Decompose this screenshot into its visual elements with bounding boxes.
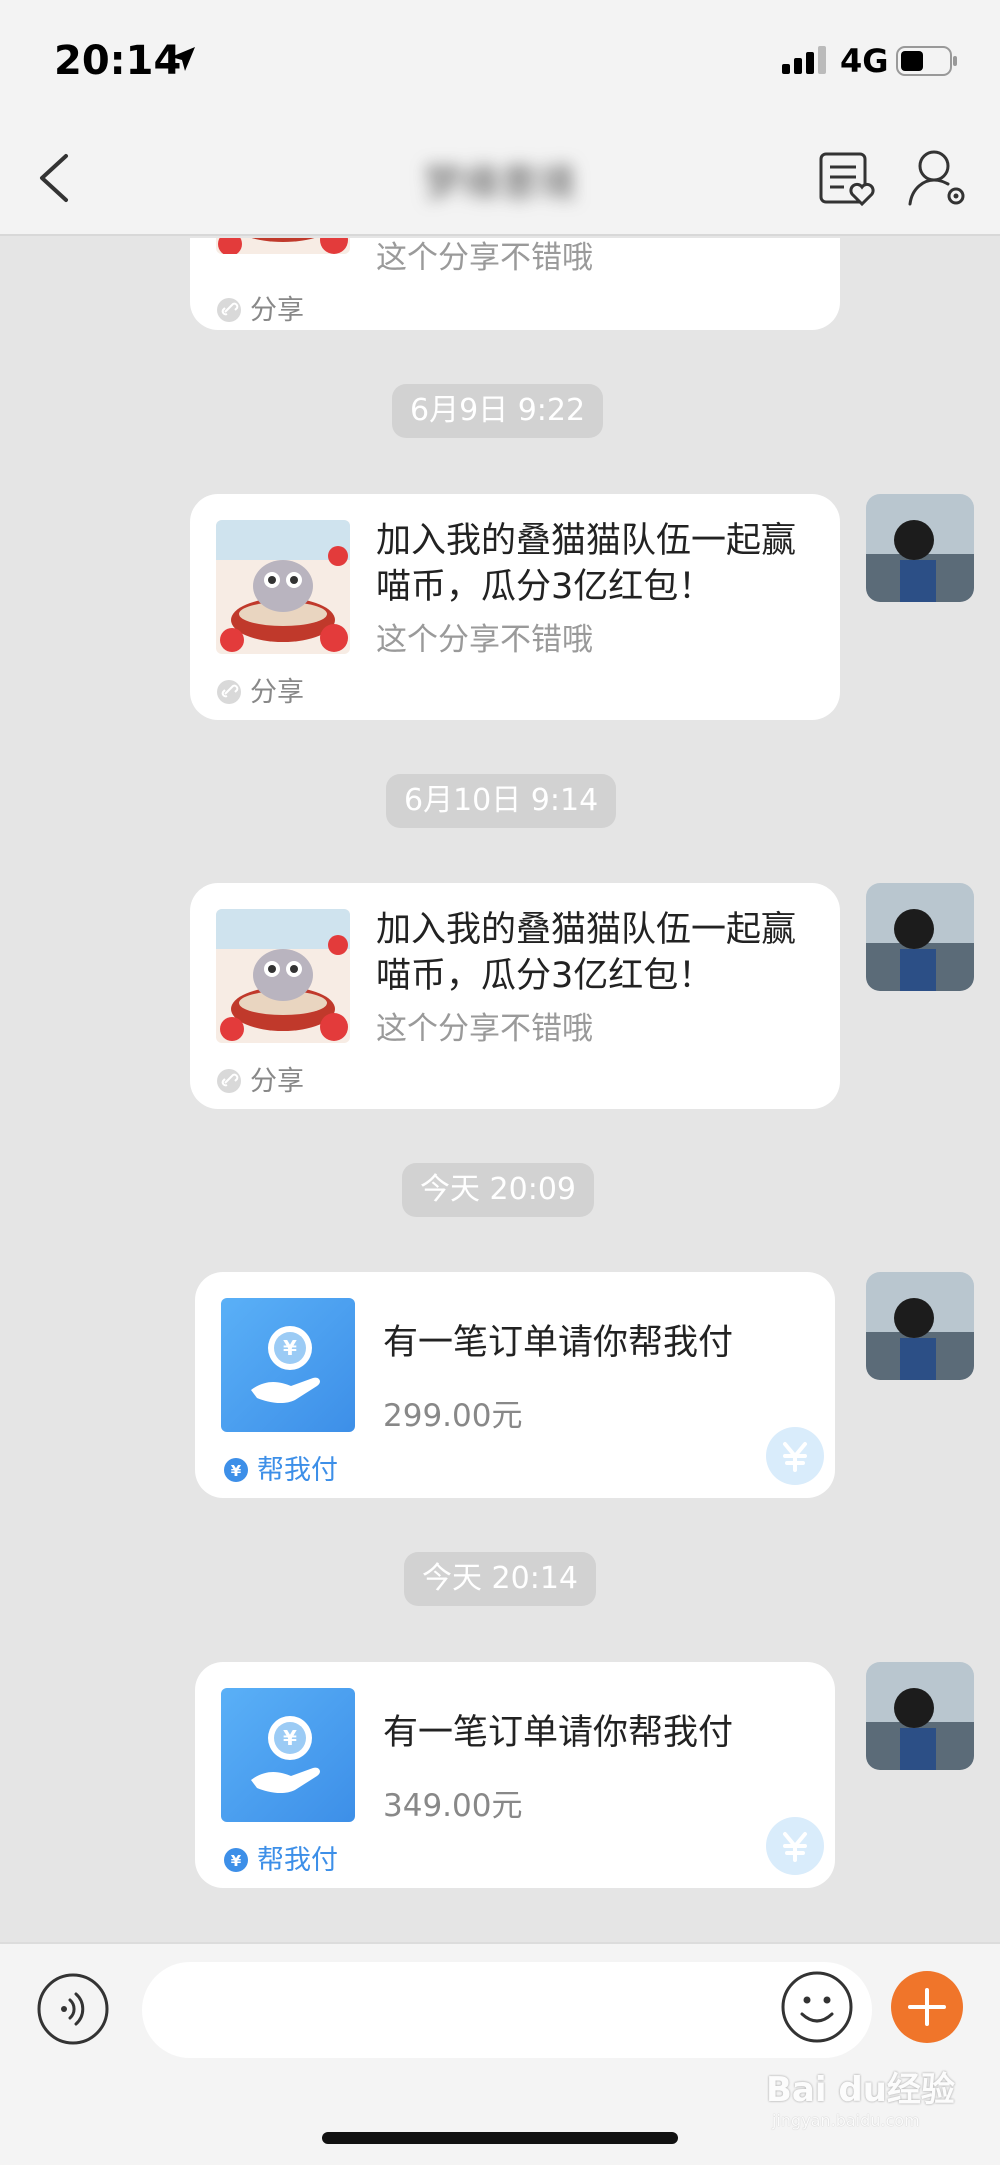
share-tag: 分享: [216, 1059, 304, 1098]
watermark-brand: Bai du经验: [766, 2070, 955, 2110]
share-message-bubble[interactable]: 这个分享不错哦 分享: [190, 238, 840, 330]
favorites-list-icon[interactable]: [818, 148, 876, 208]
timestamp-pill: 今天 20:14: [404, 1552, 596, 1606]
svg-text:¥: ¥: [231, 1852, 242, 1870]
link-icon: [217, 1069, 241, 1093]
timestamp-text: 今天 20:14: [422, 1561, 578, 1596]
pay-tag: ¥ 帮我付: [223, 1448, 338, 1487]
avatar[interactable]: [866, 883, 974, 991]
alipay-badge-icon: [766, 1427, 824, 1485]
pay-thumbnail: ¥: [221, 1298, 355, 1432]
emoji-icon[interactable]: [780, 1970, 854, 2044]
timestamp-text: 今天 20:09: [420, 1172, 576, 1207]
share-tag: 分享: [216, 288, 304, 327]
share-thumbnail: [216, 520, 350, 654]
pay-tag-label: 帮我付: [257, 1845, 338, 1876]
share-title: 加入我的叠猫猫队伍一起赢喵币，瓜分3亿红包！: [376, 521, 797, 607]
pay-request-bubble[interactable]: ¥ 有一笔订单请你帮我付 299.00元 ¥ 帮我付: [195, 1272, 835, 1498]
profile-settings-icon[interactable]: [906, 146, 968, 210]
share-title: 加入我的叠猫猫队伍一起赢喵币，瓜分3亿红包！: [376, 910, 797, 996]
watermark-url: jingyan.baidu.com: [772, 2111, 920, 2130]
share-subtitle: 这个分享不错哦: [376, 1011, 593, 1047]
network-type: 4G: [840, 42, 889, 80]
share-thumbnail: [216, 909, 350, 1043]
timestamp-pill: 6月9日 9:22: [392, 384, 604, 438]
back-chevron-icon[interactable]: [30, 148, 76, 208]
share-tag-label: 分享: [250, 677, 304, 708]
share-tag-label: 分享: [250, 1066, 304, 1097]
voice-input-icon[interactable]: [36, 1972, 110, 2046]
pay-tag: ¥ 帮我付: [223, 1838, 338, 1877]
alipay-badge-icon: [766, 1817, 824, 1875]
share-subtitle: 这个分享不错哦: [376, 240, 593, 276]
signal-icon: [782, 46, 826, 74]
link-icon: [217, 680, 241, 704]
svg-text:¥: ¥: [283, 1726, 297, 1750]
status-bar: 20:14 4G: [0, 0, 1000, 118]
avatar[interactable]: [866, 494, 974, 602]
share-thumbnail: [216, 238, 350, 254]
nav-bar: 梦缘意境: [0, 118, 1000, 236]
yuan-coin-icon: ¥: [224, 1458, 248, 1482]
pay-request-bubble[interactable]: ¥ 有一笔订单请你帮我付 349.00元 ¥ 帮我付: [195, 1662, 835, 1888]
pay-tag-label: 帮我付: [257, 1455, 338, 1486]
pay-title: 有一笔订单请你帮我付: [383, 1323, 734, 1363]
location-arrow-icon: [171, 47, 195, 71]
status-time: 20:14: [54, 38, 182, 84]
chat-title: 梦缘意境: [423, 161, 576, 205]
share-message-bubble[interactable]: 加入我的叠猫猫队伍一起赢喵币，瓜分3亿红包！ 这个分享不错哦 分享: [190, 494, 840, 720]
pay-amount: 349.00元: [383, 1788, 523, 1824]
timestamp-pill: 今天 20:09: [402, 1163, 594, 1217]
baidu-jingyan-watermark: Bai du经验 jingyan.baidu.com: [766, 2062, 966, 2132]
home-indicator: [322, 2132, 678, 2144]
message-input[interactable]: [142, 1962, 872, 2058]
link-icon: [217, 298, 241, 322]
share-tag-label: 分享: [250, 295, 304, 326]
pay-amount: 299.00元: [383, 1398, 523, 1434]
yuan-coin-icon: ¥: [224, 1848, 248, 1872]
svg-text:¥: ¥: [231, 1462, 242, 1480]
avatar[interactable]: [866, 1272, 974, 1380]
add-more-icon[interactable]: [890, 1970, 964, 2044]
share-message-bubble[interactable]: 加入我的叠猫猫队伍一起赢喵币，瓜分3亿红包！ 这个分享不错哦 分享: [190, 883, 840, 1109]
share-subtitle: 这个分享不错哦: [376, 622, 593, 658]
chat-message-list[interactable]: 这个分享不错哦 分享 6月9日 9:22 加入我的叠猫猫队伍一起赢喵币，瓜分3亿…: [0, 238, 1000, 1942]
battery-icon: [896, 46, 957, 76]
share-tag: 分享: [216, 670, 304, 709]
timestamp-pill: 6月10日 9:14: [386, 774, 617, 828]
timestamp-text: 6月10日 9:14: [404, 783, 599, 818]
pay-title: 有一笔订单请你帮我付: [383, 1713, 734, 1753]
timestamp-text: 6月9日 9:22: [410, 393, 586, 428]
svg-text:¥: ¥: [283, 1336, 297, 1360]
avatar[interactable]: [866, 1662, 974, 1770]
pay-thumbnail: ¥: [221, 1688, 355, 1822]
input-bar: Bai du经验 jingyan.baidu.com: [0, 1942, 1000, 2165]
